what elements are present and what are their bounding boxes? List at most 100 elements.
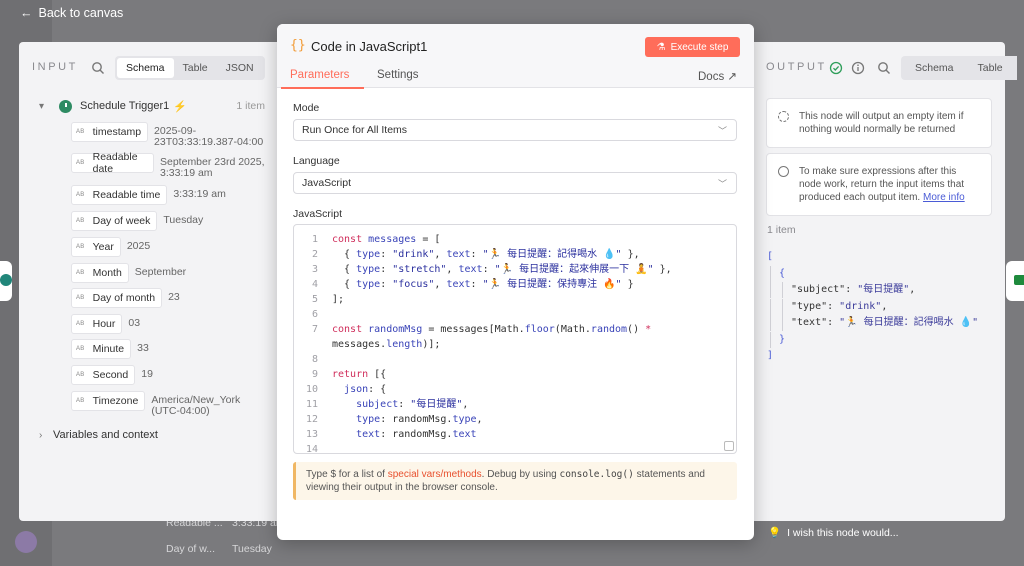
search-icon[interactable] bbox=[877, 61, 891, 75]
hint-text: Type $ for a list of bbox=[306, 469, 388, 480]
back-label: Back to canvas bbox=[38, 6, 124, 20]
field-pill[interactable]: AB Second bbox=[71, 365, 136, 385]
check-circle-icon bbox=[829, 61, 843, 75]
field-value: 3:33:19 am bbox=[173, 188, 226, 200]
resize-handle-icon[interactable] bbox=[724, 441, 734, 451]
field-name: Readable time bbox=[92, 189, 161, 201]
code-line: messages.length)]; bbox=[332, 339, 441, 350]
loop-icon bbox=[778, 111, 789, 122]
view-schema[interactable]: Schema bbox=[117, 58, 174, 78]
output-title: OUTPUT bbox=[766, 61, 827, 73]
trigger-tree-header[interactable]: ▾ Schedule Trigger1 ⚡ 1 item bbox=[39, 97, 265, 115]
field-pill[interactable]: AB Minute bbox=[71, 339, 132, 359]
field-value: September 23rd 2025, 3:33:19 am bbox=[160, 156, 265, 179]
language-label: Language bbox=[293, 155, 340, 167]
code-line: 13 text: randomMsg.text bbox=[305, 429, 477, 440]
view-table[interactable]: Table bbox=[966, 58, 1015, 78]
arrow-left-icon: ← bbox=[20, 6, 33, 20]
schema-field-row[interactable]: AB timestamp 2025-09-23T03:33:19.387-04:00 bbox=[71, 122, 272, 148]
docs-link[interactable]: Docs ↗ bbox=[698, 69, 737, 83]
field-pill[interactable]: AB Day of month bbox=[71, 288, 163, 308]
canvas-node-right[interactable] bbox=[1006, 261, 1024, 301]
input-view-switch: Schema Table JSON bbox=[115, 56, 265, 80]
field-name: Hour bbox=[92, 318, 116, 330]
canvas-node-left[interactable] bbox=[0, 261, 12, 301]
code-line: 3 { type: "stretch", text: "🏃 每日提醒：起來伸展一… bbox=[311, 264, 672, 275]
field-name: Day of week bbox=[92, 215, 151, 227]
back-to-canvas-link[interactable]: ← Back to canvas bbox=[20, 6, 123, 20]
view-schema[interactable]: Schema bbox=[903, 58, 966, 78]
schema-field-row[interactable]: AB Hour 03 bbox=[71, 314, 140, 334]
output-view-switch: Schema Table bbox=[901, 56, 1017, 80]
special-vars-link[interactable]: special vars/methods bbox=[388, 469, 482, 480]
bg-row-value-2: Tuesday bbox=[232, 543, 272, 555]
string-type-icon: AB bbox=[76, 295, 85, 301]
schema-field-row[interactable]: AB Second 19 bbox=[71, 365, 153, 385]
field-name: Day of month bbox=[92, 292, 156, 304]
node-title[interactable]: Code in JavaScript1 bbox=[311, 39, 427, 54]
info-icon[interactable] bbox=[851, 61, 865, 75]
modal-header: {} Code in JavaScript1 ⚗ Execute step Pa… bbox=[277, 24, 754, 89]
field-pill[interactable]: AB Day of week bbox=[71, 211, 158, 231]
field-name: Second bbox=[92, 369, 129, 381]
view-table[interactable]: Table bbox=[174, 58, 217, 78]
feedback-link[interactable]: 💡 I wish this node would... bbox=[768, 526, 899, 540]
field-pill[interactable]: AB Readable date bbox=[71, 151, 154, 175]
field-name: Minute bbox=[92, 343, 125, 355]
callout-text: This node will output an empty item if n… bbox=[799, 111, 964, 135]
field-value: 33 bbox=[137, 342, 149, 354]
schema-field-row[interactable]: AB Minute 33 bbox=[71, 339, 149, 359]
code-line: 1 const messages = [ bbox=[311, 234, 441, 245]
output-item-count: 1 item bbox=[767, 224, 796, 236]
code-node-modal: {} Code in JavaScript1 ⚗ Execute step Pa… bbox=[277, 24, 754, 540]
search-icon[interactable] bbox=[91, 61, 105, 75]
flask-icon: ⚗ bbox=[656, 41, 666, 53]
mode-select[interactable]: Run Once for All Items ﹀ bbox=[293, 119, 737, 141]
schema-field-row[interactable]: AB Timezone America/New_York (UTC-04:00) bbox=[71, 391, 269, 417]
info-icon bbox=[778, 166, 789, 177]
field-name: Timezone bbox=[92, 395, 139, 407]
chevron-down-icon: ▾ bbox=[39, 100, 45, 112]
view-json[interactable]: JSON bbox=[217, 58, 263, 78]
schema-field-row[interactable]: AB Readable time 3:33:19 am bbox=[71, 185, 226, 205]
schema-field-row[interactable]: AB Day of week Tuesday bbox=[71, 211, 203, 231]
string-type-icon: AB bbox=[76, 372, 85, 378]
field-name: Readable date bbox=[92, 151, 138, 175]
field-pill[interactable]: AB Hour bbox=[71, 314, 123, 334]
string-type-icon: AB bbox=[76, 192, 85, 198]
field-value: 2025-09-23T03:33:19.387-04:00 bbox=[154, 125, 264, 148]
tab-parameters[interactable]: Parameters bbox=[290, 69, 349, 81]
avatar[interactable] bbox=[15, 531, 37, 553]
hint-text: . Debug by using bbox=[481, 469, 560, 480]
field-value: September bbox=[134, 266, 187, 278]
string-type-icon: AB bbox=[76, 321, 85, 327]
code-line: 6 bbox=[311, 309, 318, 320]
tab-settings[interactable]: Settings bbox=[377, 69, 419, 81]
string-type-icon: AB bbox=[76, 218, 85, 224]
vars-label: Variables and context bbox=[53, 429, 158, 441]
schema-field-row[interactable]: AB Month September bbox=[71, 263, 186, 283]
more-info-link[interactable]: More info bbox=[923, 192, 965, 203]
docs-label: Docs bbox=[698, 71, 725, 83]
field-pill[interactable]: AB Readable time bbox=[71, 185, 168, 205]
schema-field-row[interactable]: AB Readable date September 23rd 2025, 3:33… bbox=[71, 151, 278, 179]
language-select[interactable]: JavaScript ﹀ bbox=[293, 172, 737, 194]
schema-field-row[interactable]: AB Day of month 23 bbox=[71, 288, 180, 308]
field-pill[interactable]: AB timestamp bbox=[71, 122, 149, 142]
field-pill[interactable]: AB Month bbox=[71, 263, 129, 283]
field-pill[interactable]: AB Timezone bbox=[71, 391, 146, 411]
execute-step-button[interactable]: ⚗ Execute step bbox=[645, 37, 740, 57]
schema-field-row[interactable]: AB Year 2025 bbox=[71, 237, 150, 257]
expressions-callout: To make sure expressions after this node… bbox=[766, 153, 992, 216]
chevron-right-icon: › bbox=[39, 429, 43, 441]
string-type-icon: AB bbox=[76, 346, 85, 352]
empty-output-callout: This node will output an empty item if n… bbox=[766, 98, 992, 148]
code-line: 8 bbox=[311, 354, 318, 365]
code-editor[interactable]: 1 const messages = [ 2 { type: "drink", t… bbox=[293, 224, 737, 454]
code-line: 5]; bbox=[311, 294, 345, 305]
field-pill[interactable]: AB Year bbox=[71, 237, 121, 257]
variables-context-toggle[interactable]: › Variables and context bbox=[39, 429, 158, 441]
hint-code: console.log() bbox=[559, 469, 634, 480]
field-value: 19 bbox=[141, 368, 153, 380]
json-output: [ { "subject": "每日提醒", "type": "drink", … bbox=[767, 249, 978, 365]
